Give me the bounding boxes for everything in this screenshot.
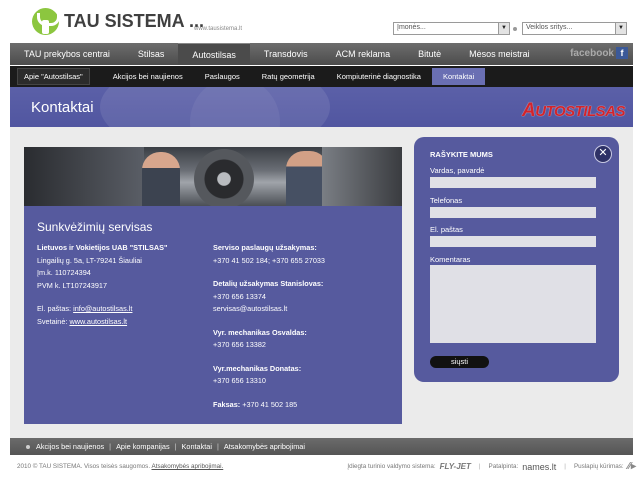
designer-logo-icon[interactable]: ⁄⁄▸ bbox=[628, 461, 636, 472]
bullet-icon bbox=[26, 444, 30, 449]
copyright-text: 2010 © TAU SISTEMA. Visos teisės saugomo… bbox=[17, 463, 151, 470]
parts-label: Detalių užsakymas Stanislovas: bbox=[213, 279, 324, 288]
mechanic2-label: Vyr.mechanikas Donatas: bbox=[213, 363, 302, 373]
phone-label: Telefonas bbox=[430, 196, 463, 205]
vat-code: PVM k. LT107243917 bbox=[37, 280, 108, 290]
main-nav-stilsas[interactable]: Stilsas bbox=[124, 43, 179, 65]
fax-label: Faksas: bbox=[213, 399, 241, 409]
logo-letter: A bbox=[522, 100, 536, 121]
names-lt-logo[interactable]: names.lt bbox=[522, 462, 556, 472]
main-nav-acm-reklama[interactable]: ACM reklama bbox=[322, 43, 405, 65]
copyright: 2010 © TAU SISTEMA. Visos teisės saugomo… bbox=[17, 463, 223, 470]
email-row: El. paštas: info@autostilsas.lt bbox=[37, 303, 207, 316]
main-nav-transdovis[interactable]: Transdovis bbox=[250, 43, 322, 65]
fax-value: +370 41 502 185 bbox=[242, 399, 298, 409]
fax-row: Faksas: +370 41 502 185 bbox=[213, 399, 393, 412]
companies-select-value: Įmonės... bbox=[397, 24, 426, 31]
chevron-down-icon[interactable]: ▼ bbox=[498, 23, 509, 34]
parts-phone: +370 656 13374 bbox=[213, 291, 266, 301]
sub-nav-paslaugos[interactable]: Paslaugos bbox=[194, 68, 251, 85]
email-label: El. paštas: bbox=[37, 304, 72, 313]
name-field[interactable] bbox=[430, 177, 596, 188]
footer-separator: | bbox=[174, 442, 177, 451]
main-nav-mesos-meistrai[interactable]: Mėsos meistrai bbox=[455, 43, 544, 65]
company-address: Lingailių g. 5a, LT-79241 Šiauliai bbox=[37, 255, 142, 265]
mechanic1-phone: +370 656 13382 bbox=[213, 340, 266, 349]
design-label: Puslapių kūrimas: bbox=[573, 463, 624, 470]
logo-word: UTOSTILSAS bbox=[535, 103, 625, 120]
logo-text: TAU SISTEMA ... bbox=[64, 11, 205, 31]
main-navigation: TAU prekybos centrai Stilsas Autostilsas… bbox=[10, 43, 633, 65]
facebook-label: facebook bbox=[570, 47, 614, 59]
comment-label: Komentaras bbox=[430, 255, 471, 264]
facebook-link[interactable]: facebook f bbox=[570, 47, 628, 59]
parts-email: servisas@autostilsas.lt bbox=[213, 304, 288, 313]
host-label: Patalpinta: bbox=[488, 463, 519, 470]
disclaimer-link[interactable]: Atsakomybės apribojimai. bbox=[152, 463, 224, 470]
sub-nav-kontaktai[interactable]: Kontaktai bbox=[431, 68, 486, 85]
footer-separator: | bbox=[109, 442, 112, 451]
phone-field[interactable] bbox=[430, 207, 596, 218]
website-link[interactable]: www.autostilsas.lt bbox=[69, 317, 127, 326]
cms-label: Įdiegta turinio valdymo sistema: bbox=[347, 463, 436, 470]
bullet-icon bbox=[513, 27, 517, 31]
service-title: Sunkvėžimių servisas bbox=[37, 220, 153, 234]
submit-button[interactable]: siųsti bbox=[430, 356, 489, 368]
contact-form: RAŠYKITE MUMS ✕ Vardas, pavardė Telefona… bbox=[414, 137, 619, 382]
website-label: Svetainė: bbox=[37, 316, 68, 326]
page-title: Kontaktai bbox=[31, 99, 94, 116]
main-content: Sunkvėžimių servisas Lietuvos ir Vokieti… bbox=[10, 127, 633, 438]
fly-jet-logo[interactable]: FLY-JET bbox=[440, 462, 471, 471]
sub-nav-ratu-geometrija[interactable]: Ratų geometrija bbox=[251, 68, 326, 85]
close-icon[interactable]: ✕ bbox=[594, 145, 612, 163]
company-code: Įm.k. 110724394 bbox=[37, 268, 91, 277]
booking-label: Serviso paslaugų užsakymas: bbox=[213, 243, 317, 252]
site-header: TAU SISTEMA ... www.tausistema.lt Įmonės… bbox=[0, 0, 643, 42]
main-nav-bitute[interactable]: Bitutė bbox=[404, 43, 455, 65]
footer-link-atsakomybes-apribojimai[interactable]: Atsakomybės apribojimai bbox=[224, 442, 305, 451]
company-name: Lietuvos ir Vokietijos UAB "STILSAS" bbox=[37, 243, 168, 252]
chevron-down-icon[interactable]: ▼ bbox=[615, 23, 626, 34]
sub-nav-akcijos[interactable]: Akcijos bei naujienos bbox=[102, 68, 194, 85]
sub-nav-apie-autostilsas[interactable]: Apie "Autostilsas" bbox=[17, 68, 90, 85]
form-title: RAŠYKITE MUMS bbox=[430, 150, 493, 159]
page-banner: Kontaktai AUTOSTILSAS bbox=[10, 87, 633, 127]
mechanic1-label: Vyr. mechanikas Osvaldas: bbox=[213, 327, 307, 337]
bottom-bar: 2010 © TAU SISTEMA. Visos teisės saugomo… bbox=[0, 455, 643, 481]
mechanic2-phone: +370 656 13310 bbox=[213, 376, 266, 385]
sub-navigation: Apie "Autostilsas" Akcijos bei naujienos… bbox=[10, 66, 633, 87]
email-link[interactable]: info@autostilsas.lt bbox=[73, 304, 132, 313]
email-label: El. paštas bbox=[430, 225, 463, 234]
tau-sistema-logo[interactable]: TAU SISTEMA ... bbox=[32, 8, 204, 35]
facebook-icon: f bbox=[616, 47, 628, 59]
email-field[interactable] bbox=[430, 236, 596, 247]
footer-separator: | bbox=[216, 442, 219, 451]
activities-select[interactable]: Veiklos sritys... ▼ bbox=[522, 22, 627, 35]
footer-link-kontaktai[interactable]: Kontaktai bbox=[182, 442, 212, 451]
tau-logo-icon bbox=[32, 8, 60, 35]
main-nav-tau-prekybos-centrai[interactable]: TAU prekybos centrai bbox=[10, 43, 124, 65]
activities-select-value: Veiklos sritys... bbox=[526, 24, 573, 31]
banner-decoration bbox=[190, 87, 280, 127]
footer-link-akcijos[interactable]: Akcijos bei naujienos bbox=[36, 442, 104, 451]
credit-separator: | bbox=[478, 463, 481, 470]
name-label: Vardas, pavardė bbox=[430, 166, 485, 175]
credits: Įdiegta turinio valdymo sistema: FLY-JET… bbox=[339, 461, 636, 472]
contact-card: Sunkvėžimių servisas Lietuvos ir Vokieti… bbox=[24, 147, 402, 424]
companies-select[interactable]: Įmonės... ▼ bbox=[393, 22, 510, 35]
contact-phones: Serviso paslaugų užsakymas: +370 41 502 … bbox=[213, 242, 393, 411]
credit-separator: | bbox=[564, 463, 566, 470]
main-nav-autostilsas[interactable]: Autostilsas bbox=[178, 43, 250, 65]
comment-textarea[interactable] bbox=[430, 265, 596, 343]
contact-info-panel: Sunkvėžimių servisas Lietuvos ir Vokieti… bbox=[24, 206, 402, 424]
sub-nav-kompiuterine-diagnostika[interactable]: Kompiuterinė diagnostika bbox=[326, 68, 432, 85]
site-url: www.tausistema.lt bbox=[194, 26, 243, 32]
footer-link-apie-kompanijas[interactable]: Apie kompanijas bbox=[116, 442, 170, 451]
company-details: Lietuvos ir Vokietijos UAB "STILSAS" Lin… bbox=[37, 242, 207, 328]
autostilsas-logo[interactable]: AUTOSTILSAS bbox=[522, 100, 625, 122]
booking-phones: +370 41 502 184; +370 655 27033 bbox=[213, 255, 325, 265]
website-row: Svetainė: www.autostilsas.lt bbox=[37, 316, 207, 329]
mechanics-photo bbox=[24, 147, 402, 206]
footer-navigation: Akcijos bei naujienos | Apie kompanijas … bbox=[10, 438, 633, 455]
